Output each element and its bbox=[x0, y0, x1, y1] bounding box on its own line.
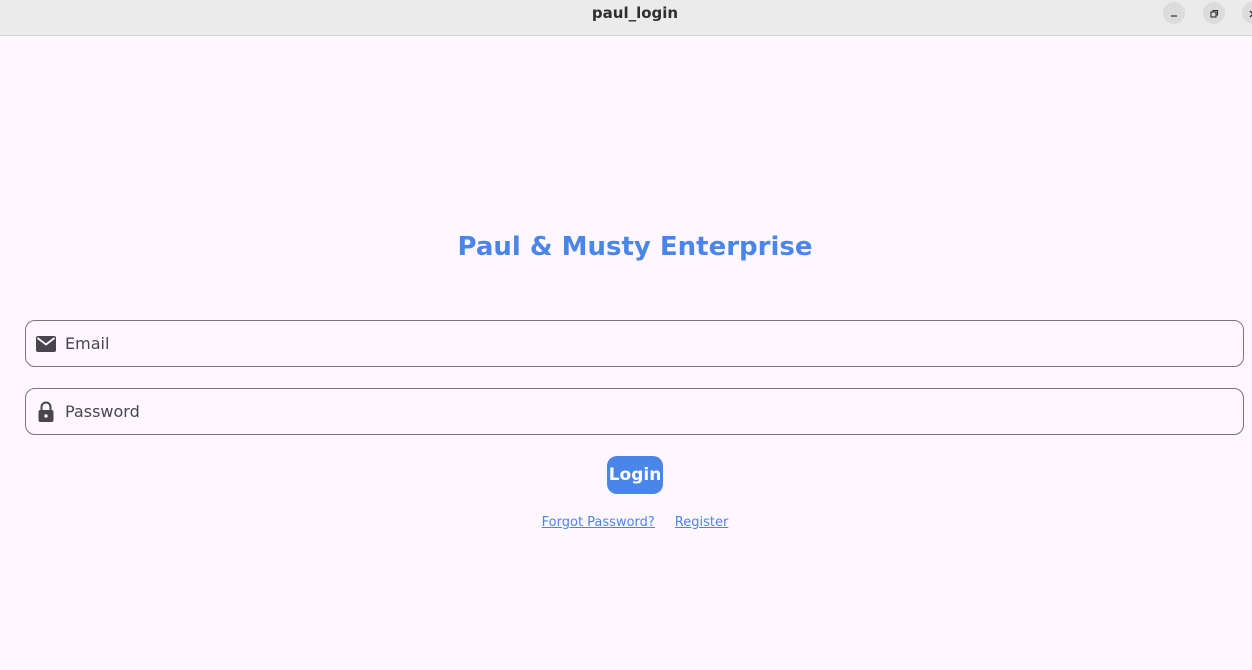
minimize-button[interactable] bbox=[1163, 2, 1185, 24]
email-input[interactable] bbox=[65, 321, 1225, 366]
maximize-button[interactable] bbox=[1203, 2, 1225, 24]
mail-icon bbox=[35, 333, 57, 355]
password-field[interactable] bbox=[25, 388, 1244, 435]
register-link[interactable]: Register bbox=[675, 515, 729, 535]
restore-icon bbox=[1209, 4, 1219, 23]
minimize-icon bbox=[1169, 4, 1179, 23]
close-icon bbox=[1248, 4, 1252, 23]
window-title: paul_login bbox=[591, 4, 679, 22]
app-window: paul_login Paul & Musty Enterprise Email… bbox=[0, 0, 1252, 670]
password-input[interactable] bbox=[65, 389, 1225, 434]
page-title: Paul & Musty Enterprise bbox=[457, 232, 813, 262]
login-content: Paul & Musty Enterprise Login bbox=[0, 37, 1252, 670]
forgot-password-link[interactable]: Forgot Password? bbox=[542, 515, 655, 535]
email-field[interactable] bbox=[25, 320, 1244, 367]
auth-links: Forgot Password? Register bbox=[0, 515, 1252, 535]
login-button[interactable]: Login bbox=[607, 456, 663, 494]
title-bar: paul_login bbox=[0, 0, 1252, 36]
lock-icon bbox=[35, 401, 57, 423]
